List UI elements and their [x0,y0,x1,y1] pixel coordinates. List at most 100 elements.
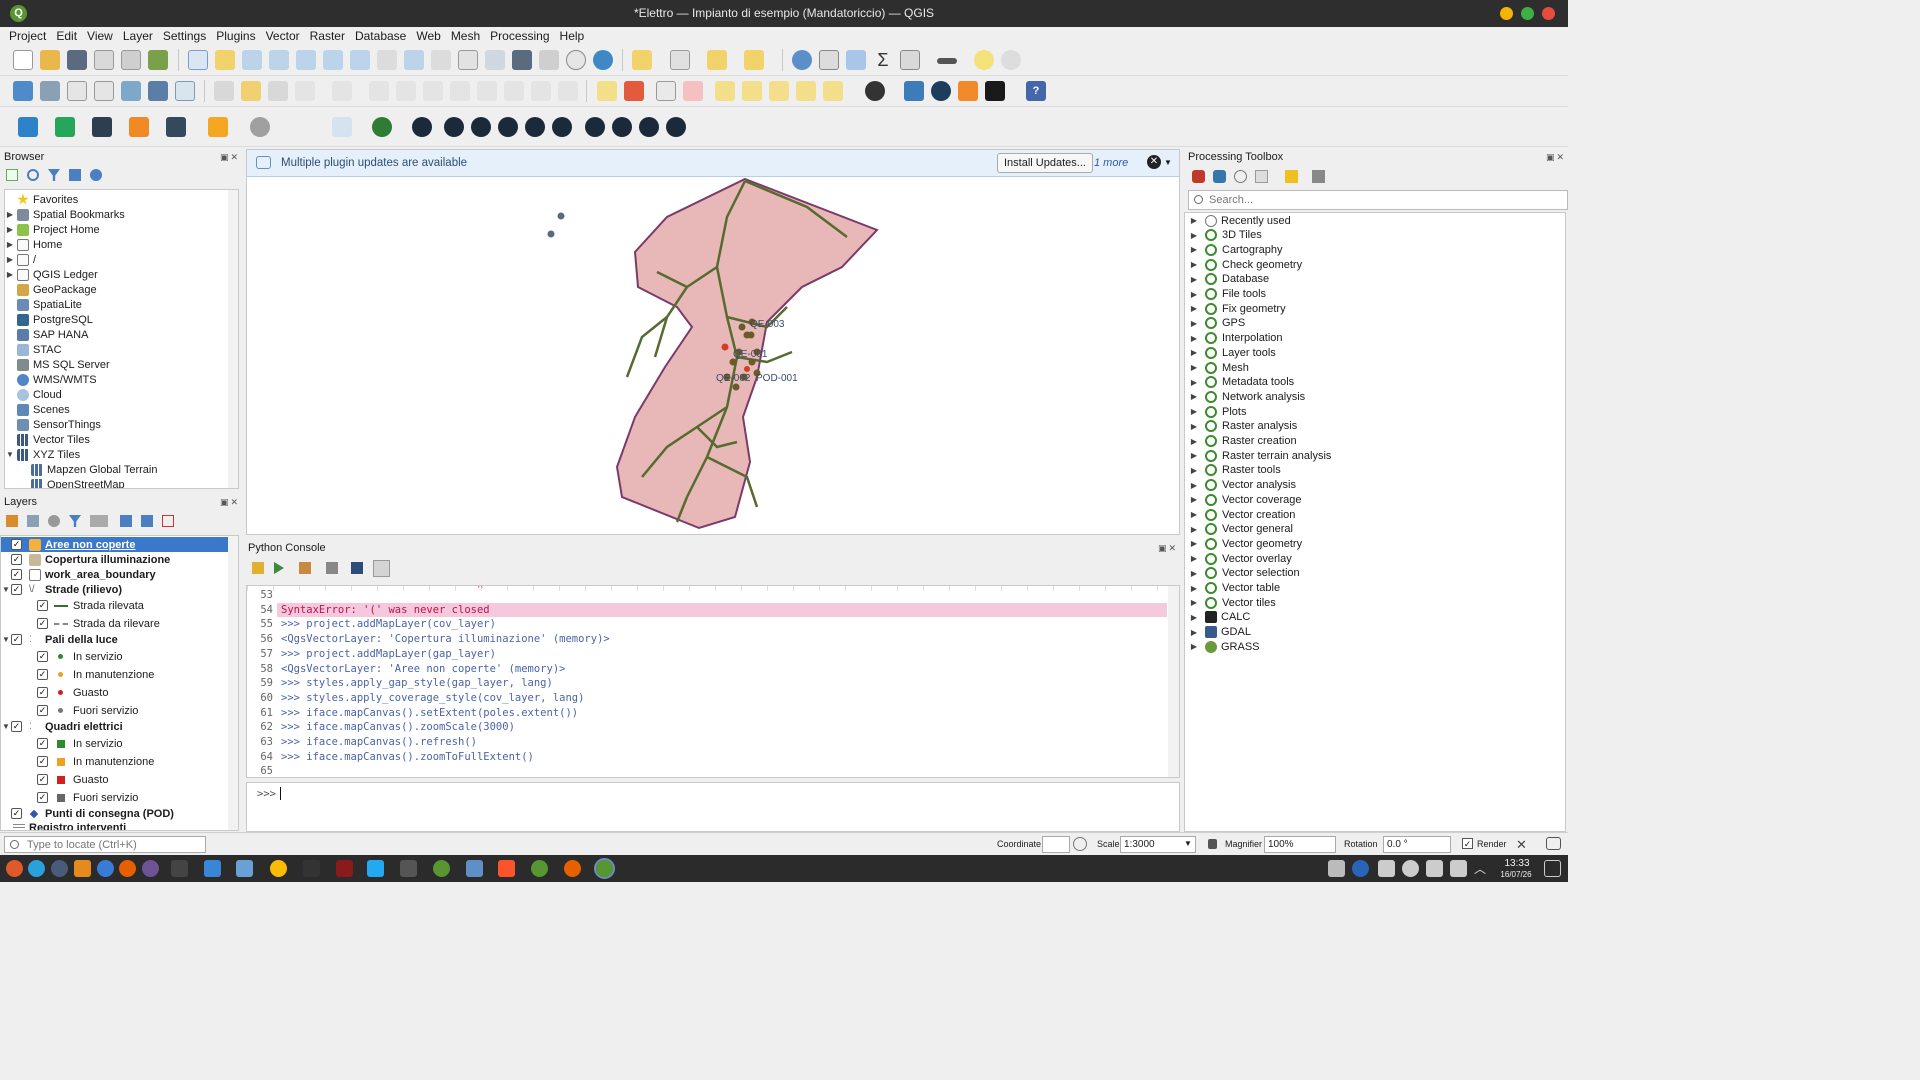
github-icon[interactable] [142,860,159,877]
statistics-sigma-icon[interactable]: Σ [873,50,893,70]
layer-quadri-elettrici[interactable]: ▼ ✓ ⁚ Quadri elettrici [1,719,123,734]
new-map-view-icon[interactable] [458,50,478,70]
data-source-manager-icon[interactable] [13,81,33,101]
help-book-icon[interactable] [351,562,363,574]
maximize-button[interactable] [1521,7,1534,20]
qgis-task-icon[interactable] [433,860,450,877]
processing-raster-tools[interactable]: ▶ Raster tools [1189,463,1281,478]
processing-vector-coverage[interactable]: ▶ Vector coverage [1189,492,1302,507]
minimize-button[interactable] [1500,7,1513,20]
plugin-6-icon[interactable] [208,117,228,137]
processing-vector-overlay[interactable]: ▶ Vector overlay [1189,551,1292,566]
pan-to-selection-icon[interactable] [215,50,235,70]
qgis-task-2-icon[interactable] [531,860,548,877]
legend-checkbox[interactable]: ✓ [37,738,48,749]
more-messages-link[interactable]: 1 more [1094,157,1128,169]
browser-item-mssql[interactable]: MS SQL Server [5,357,110,372]
add-selected-icon[interactable] [6,169,18,181]
brightness-tray-icon[interactable] [1402,860,1419,877]
layer-work-area-boundary[interactable]: ✓ work_area_boundary [11,567,156,582]
legend-quadri-guasto[interactable]: ✓ Guasto [37,772,108,787]
panel-float-close-icon[interactable]: ▣✕ [1158,543,1178,554]
browser-item-osm[interactable]: OpenStreetMap [19,477,125,488]
processing-vector-creation[interactable]: ▶ Vector creation [1189,507,1295,522]
plugin-settings-icon[interactable] [1001,50,1021,70]
plugin-a-icon[interactable] [931,81,951,101]
messages-icon[interactable] [1546,837,1561,850]
new-geopackage-icon[interactable] [40,81,60,101]
tool-e-icon[interactable] [525,117,545,137]
layer-pali-della-luce[interactable]: ▼ ✓ ⁚ Pali della luce [1,632,118,647]
plugin-chart-icon[interactable] [985,81,1005,101]
magnifier-spinbox[interactable]: 100% [1264,836,1336,853]
refresh-icon[interactable] [593,50,613,70]
processing-file-tools[interactable]: ▶ File tools [1189,287,1266,302]
label-properties-icon[interactable] [823,81,843,101]
firefox-icon[interactable] [119,860,136,877]
temporal-controller-icon[interactable] [566,50,586,70]
processing-fix-geometry[interactable]: ▶ Fix geometry [1189,301,1286,316]
browser-item-spatial-bookmarks[interactable]: ▶ Spatial Bookmarks [5,207,125,222]
plugin-warning-icon[interactable] [129,117,149,137]
change-label-icon[interactable] [796,81,816,101]
browser-item-xyz-tiles[interactable]: ▼ XYZ Tiles [5,447,80,462]
layer-checkbox[interactable]: ✓ [11,634,22,645]
layer-registro-interventi[interactable]: Registro interventi [11,820,126,830]
browser-item-stac[interactable]: STAC [5,342,62,357]
zoom-out-icon[interactable] [269,50,289,70]
browser-scrollbar[interactable] [228,190,238,488]
legend-checkbox[interactable]: ✓ [37,651,48,662]
zoom-to-selection-icon[interactable] [323,50,343,70]
processing-grass[interactable]: ▶ GRASS [1189,639,1260,654]
options-wrench-icon[interactable] [326,562,338,574]
new-memory-layer-icon[interactable] [121,81,141,101]
qgis-active-task-icon[interactable] [594,858,615,879]
show-editor-icon[interactable] [299,562,311,574]
plugin-b-icon[interactable] [958,81,978,101]
new-bookmark-icon[interactable] [512,50,532,70]
processing-calc[interactable]: ▶ CALC [1189,610,1250,625]
map-canvas[interactable]: Multiple plugin updates are available In… [246,149,1180,535]
plugin-check-icon[interactable] [55,117,75,137]
filter-legend-icon[interactable] [69,515,81,527]
globe-plugin-icon[interactable] [372,117,392,137]
remove-layer-icon[interactable] [162,515,174,527]
menu-vector[interactable]: Vector [261,29,305,43]
open-project-icon[interactable] [40,50,60,70]
processing-vector-geometry[interactable]: ▶ Vector geometry [1189,536,1302,551]
tray-1-icon[interactable] [1328,860,1345,877]
tool-f-icon[interactable] [552,117,572,137]
menu-database[interactable]: Database [350,29,411,43]
panel-float-close-icon[interactable]: ▣✕ [220,152,240,163]
menu-web[interactable]: Web [411,29,445,43]
coordinate-field[interactable] [1042,836,1070,853]
processing-metadata-tools[interactable]: ▶ Metadata tools [1189,375,1294,390]
filter-expression-icon[interactable] [90,515,108,527]
new-shapefile-icon[interactable] [67,81,87,101]
current-edits-icon[interactable] [214,81,234,101]
visibility-icon[interactable] [48,515,60,527]
layer-checkbox[interactable]: ✓ [11,721,22,732]
metasearch-icon[interactable] [865,81,885,101]
browser-item-wms[interactable]: WMS/WMTS [5,372,97,387]
show-desktop-icon[interactable] [1544,860,1561,877]
rotation-spinbox[interactable]: 0.0 ° [1383,836,1451,853]
close-notification-icon[interactable]: ✕ [1147,155,1161,169]
menu-settings[interactable]: Settings [158,29,211,43]
processing-layer-tools[interactable]: ▶ Layer tools [1189,345,1276,360]
add-group-icon[interactable] [27,515,39,527]
processing-vector-tiles[interactable]: ▶ Vector tiles [1189,595,1276,610]
zoom-to-layer-icon[interactable] [350,50,370,70]
browser-item-root[interactable]: ▶ / [5,252,36,267]
brave-icon[interactable] [498,860,515,877]
lock-scale-icon[interactable] [1208,839,1217,849]
attribute-table-icon[interactable] [819,50,839,70]
browser-item-qgis-ledger[interactable]: ▶ QGIS Ledger [5,267,98,282]
console-settings-icon[interactable] [373,560,390,577]
show-hide-labels-icon[interactable] [715,81,735,101]
pin-labels-icon[interactable] [683,81,703,101]
processing-3d-tiles[interactable]: ▶ 3D Tiles [1189,228,1262,243]
legend-quadri-fuori-servizio[interactable]: ✓ Fuori servizio [37,790,138,805]
digitize-icon[interactable] [332,81,352,101]
processing-gps[interactable]: ▶ GPS [1189,316,1245,331]
